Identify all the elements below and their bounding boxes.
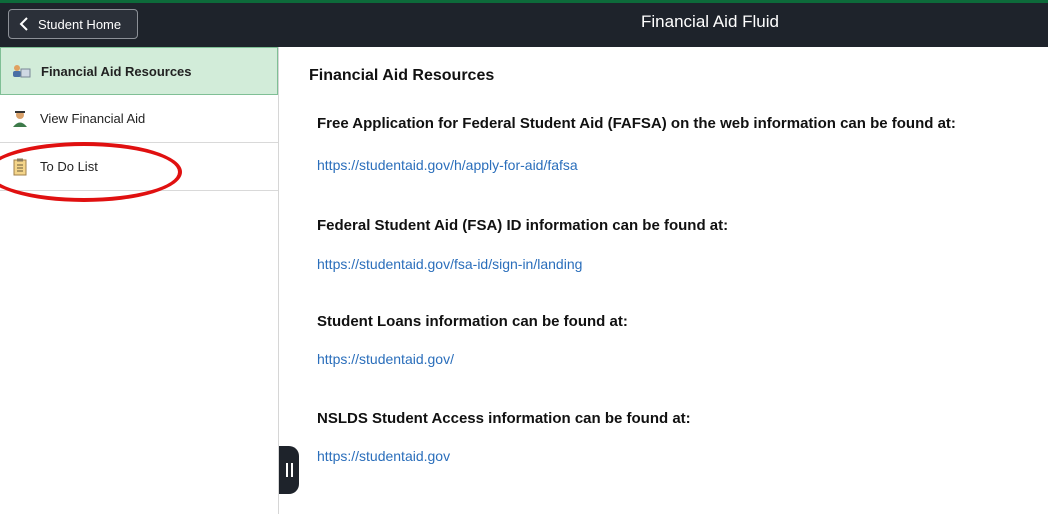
- chevron-left-icon: [19, 17, 28, 31]
- clipboard-icon: [13, 158, 27, 175]
- section-heading-fsa-id: Federal Student Aid (FSA) ID information…: [317, 217, 729, 234]
- sidebar-item-label: To Do List: [40, 159, 98, 174]
- link-student-loans[interactable]: https://studentaid.gov/: [317, 351, 454, 367]
- pause-bars-icon: [285, 463, 293, 477]
- top-banner: Student Home Financial Aid Fluid: [0, 0, 1048, 47]
- main-content: Financial Aid Resources Free Application…: [300, 47, 1048, 514]
- section-heading-fafsa: Free Application for Federal Student Aid…: [317, 115, 956, 132]
- link-fsa-id[interactable]: https://studentaid.gov/fsa-id/sign-in/la…: [317, 256, 582, 272]
- sidebar-item-label: Financial Aid Resources: [41, 63, 192, 79]
- link-nslds[interactable]: https://studentaid.gov: [317, 448, 450, 464]
- page-title: Financial Aid Fluid: [641, 12, 779, 31]
- section-heading-nslds: NSLDS Student Access information can be …: [317, 410, 691, 427]
- resources-icon: [13, 65, 31, 78]
- link-fafsa[interactable]: https://studentaid.gov/h/apply-for-aid/f…: [317, 157, 578, 173]
- collapse-sidebar-handle[interactable]: [279, 446, 299, 494]
- section-heading-student-loans: Student Loans information can be found a…: [317, 313, 628, 330]
- sidebar-item-financial-aid-resources[interactable]: Financial Aid Resources: [0, 47, 278, 95]
- sidebar: Financial Aid Resources View Financial A…: [0, 47, 279, 514]
- sidebar-item-to-do-list[interactable]: To Do List: [0, 143, 278, 191]
- content-title: Financial Aid Resources: [309, 67, 495, 84]
- student-person-icon: [13, 110, 27, 127]
- sidebar-item-view-financial-aid[interactable]: View Financial Aid: [0, 95, 278, 143]
- sidebar-item-label: View Financial Aid: [40, 111, 146, 126]
- student-home-label: Student Home: [38, 16, 122, 32]
- student-home-button[interactable]: Student Home: [8, 9, 138, 39]
